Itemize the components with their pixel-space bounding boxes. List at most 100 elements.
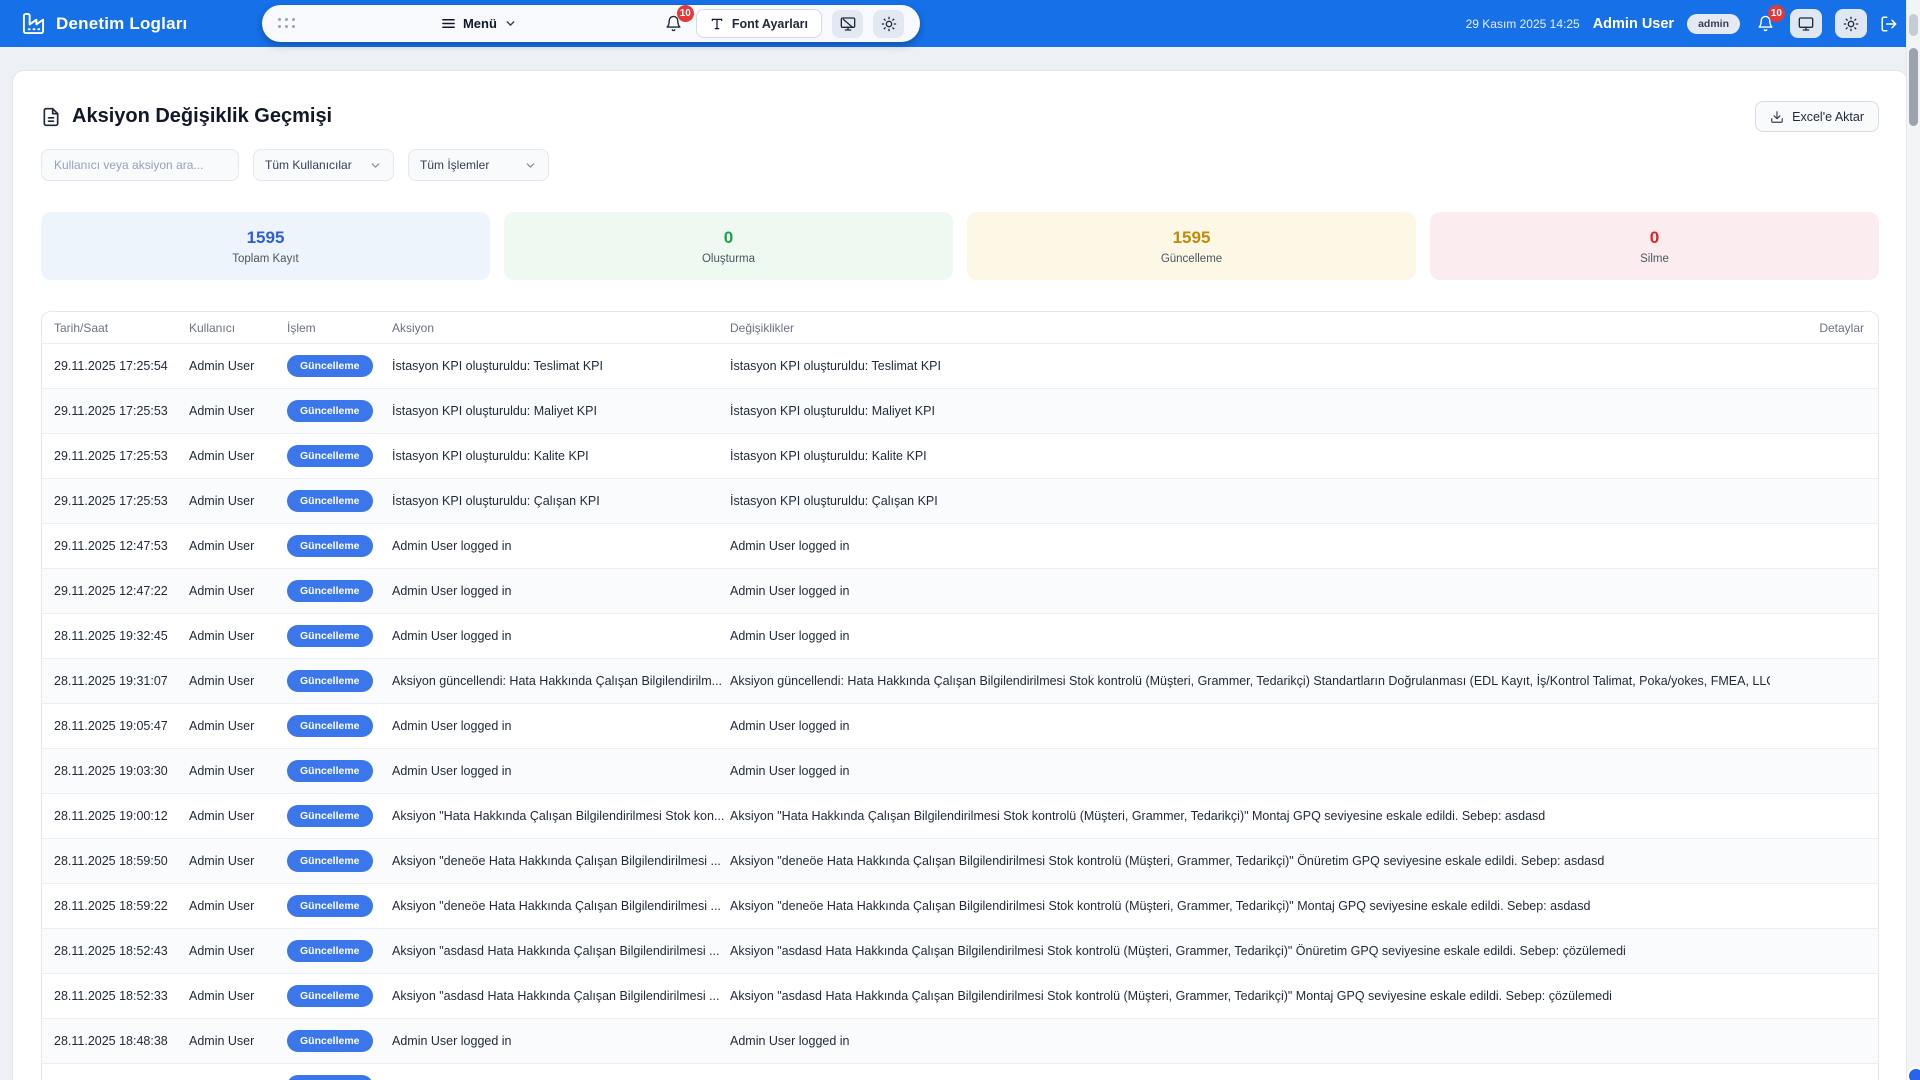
operation-badge: Güncelleme: [287, 805, 373, 827]
operation-badge: Güncelleme: [287, 1075, 373, 1080]
stats-row: 1595 Toplam Kayıt 0 Oluşturma 1595 Günce…: [41, 212, 1879, 280]
chevron-down-icon: [369, 159, 382, 172]
cell-datetime: 29.11.2025 17:25:53: [54, 449, 189, 463]
table-row: 29.11.2025 17:25:53 Admin User Güncellem…: [42, 478, 1878, 523]
font-settings-label: Font Ayarları: [732, 17, 808, 31]
document-icon: [41, 107, 61, 127]
cell-user: Admin User: [189, 584, 287, 598]
navbar-notifications-button[interactable]: 10: [1753, 12, 1777, 36]
font-settings-button[interactable]: Font Ayarları: [696, 9, 822, 38]
cell-changes: İstasyon KPI oluşturuldu: Çalışan KPI: [730, 494, 1770, 508]
page-scrollbar[interactable]: [1906, 0, 1920, 1080]
operation-badge: Güncelleme: [287, 985, 373, 1007]
operation-badge: Güncelleme: [287, 355, 373, 377]
menu-button[interactable]: Menü: [441, 16, 517, 31]
table-row: 28.11.2025 19:03:30 Admin User Güncellem…: [42, 748, 1878, 793]
table-row: 28.11.2025 18:52:43 Admin User Güncellem…: [42, 928, 1878, 973]
stat-label: Toplam Kayıt: [232, 253, 298, 265]
cell-user: Admin User: [189, 854, 287, 868]
cell-datetime: 28.11.2025 19:05:47: [54, 719, 189, 733]
cell-action: Aksiyon "Hata Hakkında Çalışan Bilgilend…: [392, 809, 730, 823]
scrollbar-top-segment: [1909, 14, 1918, 36]
navbar-right-cluster: 29 Kasım 2025 14:25 Admin User admin 10: [1466, 9, 1898, 38]
operation-badge: Güncelleme: [287, 895, 373, 917]
table-row: 28.11.2025 19:31:07 Admin User Güncellem…: [42, 658, 1878, 703]
cell-datetime: 28.11.2025 19:00:12: [54, 809, 189, 823]
cell-action: Aksiyon "asdasd Hata Hakkında Çalışan Bi…: [392, 944, 730, 958]
cell-action: Aksiyon "deneöe Hata Hakkında Çalışan Bi…: [392, 899, 730, 913]
cell-changes: Aksiyon "deneöe Hata Hakkında Çalışan Bi…: [730, 899, 1770, 913]
cell-action: Aksiyon güncellendi: Hata Hakkında Çalış…: [392, 674, 730, 688]
cell-user: Admin User: [189, 494, 287, 508]
toolbar-notifications-button[interactable]: 10: [662, 12, 686, 36]
cell-datetime: 29.11.2025 17:25:53: [54, 404, 189, 418]
chevron-down-icon: [524, 159, 537, 172]
cell-changes: İstasyon KPI oluşturuldu: Kalite KPI: [730, 449, 1770, 463]
stat-card: 1595 Toplam Kayıt: [41, 212, 490, 280]
action-filter-select[interactable]: Tüm İşlemler: [408, 149, 549, 181]
chevron-down-icon: [504, 17, 517, 30]
cell-user: Admin User: [189, 899, 287, 913]
cell-action: Aksiyon "asdasd Hata Hakkında Çalışan Bi…: [392, 989, 730, 1003]
stat-value: 1595: [247, 228, 285, 248]
drag-handle-icon[interactable]: [278, 18, 296, 29]
cell-datetime: 28.11.2025 18:52:33: [54, 989, 189, 1003]
floating-toolbar: Menü 10 Font Ayarları: [262, 5, 920, 42]
stat-label: Oluşturma: [702, 253, 755, 265]
table-body: 29.11.2025 17:25:54 Admin User Güncellem…: [42, 343, 1878, 1080]
table-row: 28.11.2025 18:52:33 Admin User Güncellem…: [42, 973, 1878, 1018]
user-filter-select[interactable]: Tüm Kullanıcılar: [253, 149, 394, 181]
toolbar-monitor-off-button[interactable]: [832, 10, 863, 38]
table-row: 28.11.2025 19:05:47 Admin User Güncellem…: [42, 703, 1878, 748]
stat-card: 0 Silme: [1430, 212, 1879, 280]
cell-changes: Aksiyon "asdasd Hata Hakkında Çalışan Bi…: [730, 944, 1770, 958]
cell-user: Admin User: [189, 719, 287, 733]
operation-badge: Güncelleme: [287, 940, 373, 962]
text-icon: [710, 17, 724, 31]
cell-datetime: 29.11.2025 12:47:53: [54, 539, 189, 553]
current-datetime: 29 Kasım 2025 14:25: [1466, 17, 1580, 31]
audit-log-card: Aksiyon Değişiklik Geçmişi Excel'e Aktar…: [12, 70, 1908, 1080]
export-excel-label: Excel'e Aktar: [1792, 110, 1864, 124]
app-title: Denetim Logları: [56, 14, 187, 34]
filters-row: Tüm Kullanıcılar Tüm İşlemler: [41, 149, 1879, 181]
toolbar-theme-button[interactable]: [873, 10, 904, 38]
cell-datetime: 28.11.2025 18:48:38: [54, 1034, 189, 1048]
download-icon: [1770, 110, 1784, 124]
stat-value: 0: [724, 228, 733, 248]
cell-datetime: 29.11.2025 12:47:22: [54, 584, 189, 598]
export-excel-button[interactable]: Excel'e Aktar: [1755, 101, 1879, 132]
cell-changes: Aksiyon "asdasd Hata Hakkında Çalışan Bi…: [730, 989, 1770, 1003]
cell-datetime: 29.11.2025 17:25:53: [54, 494, 189, 508]
table-row: 29.11.2025 17:25:53 Admin User Güncellem…: [42, 388, 1878, 433]
monitor-off-icon: [840, 16, 856, 32]
cell-datetime: 28.11.2025 18:59:22: [54, 899, 189, 913]
column-header: Aksiyon: [392, 321, 730, 335]
theme-toggle-button[interactable]: [1835, 9, 1867, 38]
table-row: 28.11.2025 19:00:12 Admin User Güncellem…: [42, 793, 1878, 838]
cell-user: Admin User: [189, 674, 287, 688]
cell-user: Admin User: [189, 1034, 287, 1048]
cell-changes: Aksiyon "deneöe Hata Hakkında Çalışan Bi…: [730, 854, 1770, 868]
cell-datetime: 28.11.2025 19:31:07: [54, 674, 189, 688]
cell-changes: Admin User logged in: [730, 584, 1770, 598]
stat-value: 1595: [1173, 228, 1211, 248]
cell-action: İstasyon KPI oluşturuldu: Maliyet KPI: [392, 404, 730, 418]
cell-user: Admin User: [189, 404, 287, 418]
cell-changes: Admin User logged in: [730, 719, 1770, 733]
cell-action: Admin User logged in: [392, 584, 730, 598]
cell-user: Admin User: [189, 944, 287, 958]
audit-log-table: Tarih/Saat Kullanıcı İşlem Aksiyon Değiş…: [41, 311, 1879, 1080]
cell-action: Admin User logged in: [392, 719, 730, 733]
cell-changes: İstasyon KPI oluşturuldu: Maliyet KPI: [730, 404, 1770, 418]
column-header: İşlem: [287, 321, 392, 335]
table-row: 28.11.2025 18:59:22 Admin User Güncellem…: [42, 883, 1878, 928]
stat-label: Silme: [1640, 253, 1669, 265]
cell-action: Admin User logged in: [392, 764, 730, 778]
table-row: 29.11.2025 17:25:53 Admin User Güncellem…: [42, 433, 1878, 478]
logout-button[interactable]: [1880, 15, 1898, 33]
cell-action: Aksiyon "deneöe Hata Hakkında Çalışan Bi…: [392, 854, 730, 868]
search-input[interactable]: [41, 149, 239, 181]
scrollbar-thumb[interactable]: [1909, 48, 1918, 126]
display-mode-button[interactable]: [1790, 9, 1822, 38]
